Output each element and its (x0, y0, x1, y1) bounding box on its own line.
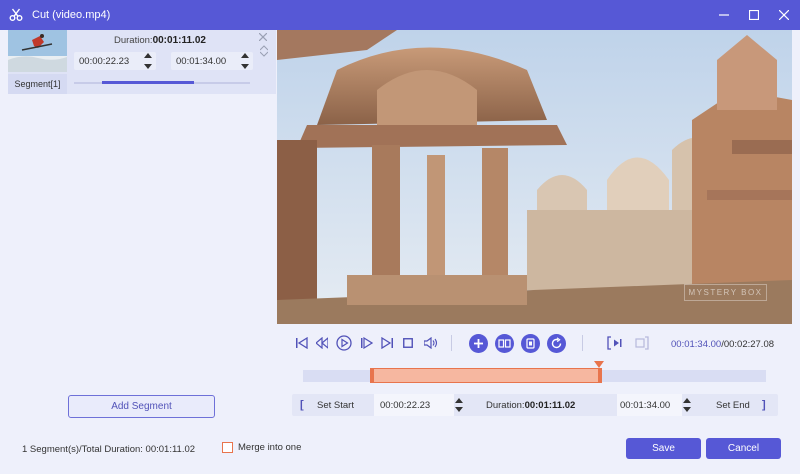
end-time-stepper[interactable] (241, 53, 249, 69)
scissors-icon (8, 7, 24, 23)
start-time-stepper[interactable] (144, 53, 152, 69)
trim-settings-row: [ Set Start 00:00:22.23 Duration: 00:01:1… (292, 394, 778, 416)
minimize-icon[interactable] (716, 7, 732, 23)
next-frame-icon[interactable] (361, 337, 373, 349)
segment-item[interactable]: Segment[1] Duration:00:01:11.02 00:00:22… (8, 30, 276, 94)
start-bracket-icon: [ (300, 399, 304, 411)
go-to-end-marker-icon[interactable] (632, 336, 649, 350)
title-bar: Cut (video.mp4) (0, 0, 800, 30)
split-icon[interactable] (495, 334, 514, 353)
segment-start-time-field[interactable]: 00:00:22.23 (74, 52, 156, 70)
total-duration-text: 1 Segment(s)/Total Duration: 00:01:11.02 (22, 444, 196, 455)
skip-to-end-icon[interactable] (381, 337, 393, 349)
close-icon[interactable] (776, 7, 792, 23)
set-start-button[interactable]: Set Start (317, 394, 354, 416)
remove-segment-icon[interactable] (258, 32, 268, 44)
edit-duration: Duration: 00:01:11.02 (486, 399, 576, 411)
end-time-field[interactable]: 00:01:34.00 (617, 394, 682, 416)
add-icon[interactable] (469, 334, 488, 353)
segment-panel: Segment[1] Duration:00:01:11.02 00:00:22… (8, 30, 276, 430)
save-button[interactable]: Save (626, 438, 701, 459)
toolbar-divider (582, 335, 583, 351)
end-time-stepper[interactable] (683, 394, 691, 416)
playback-timecode: 00:01:34.00/00:02:27.08 (671, 339, 775, 350)
go-to-start-marker-icon[interactable] (607, 336, 624, 350)
reset-icon[interactable] (547, 334, 566, 353)
set-end-button[interactable]: Set End (716, 394, 750, 416)
timeline-selection[interactable] (372, 368, 600, 383)
end-bracket-icon: ] (762, 399, 766, 411)
segment-progress-bar (74, 81, 250, 84)
segment-thumbnail (8, 30, 67, 72)
selection-start-handle[interactable] (370, 368, 374, 383)
video-watermark: MYSTERY BOX (684, 284, 767, 301)
previous-frame-icon[interactable] (316, 337, 328, 349)
stop-icon[interactable] (403, 338, 413, 348)
start-time-field[interactable]: 00:00:22.23 (374, 394, 454, 416)
checkbox-icon[interactable] (222, 442, 233, 453)
start-time-stepper[interactable] (455, 394, 463, 416)
copy-icon[interactable] (521, 334, 540, 353)
play-icon[interactable] (336, 335, 352, 351)
segment-label: Segment[1] (8, 74, 67, 94)
toolbar-divider (451, 335, 452, 351)
footer-bar: 1 Segment(s)/Total Duration: 00:01:11.02… (0, 430, 800, 474)
segment-duration: Duration:00:01:11.02 (114, 35, 206, 46)
window-title: Cut (video.mp4) (32, 9, 111, 21)
segment-progress-fill (102, 81, 194, 84)
selection-end-handle[interactable] (598, 368, 602, 383)
reorder-icon[interactable] (260, 45, 268, 57)
volume-icon[interactable] (424, 337, 438, 349)
skip-to-start-icon[interactable] (296, 337, 308, 349)
playhead-marker[interactable] (594, 361, 604, 368)
merge-checkbox[interactable]: Merge into one (222, 442, 301, 453)
merge-label: Merge into one (238, 442, 302, 453)
add-segment-button[interactable]: Add Segment (68, 395, 215, 418)
segment-end-time-field[interactable]: 00:01:34.00 (171, 52, 253, 70)
video-preview[interactable]: MYSTERY BOX (277, 30, 792, 324)
cancel-button[interactable]: Cancel (706, 438, 781, 459)
maximize-icon[interactable] (746, 7, 762, 23)
